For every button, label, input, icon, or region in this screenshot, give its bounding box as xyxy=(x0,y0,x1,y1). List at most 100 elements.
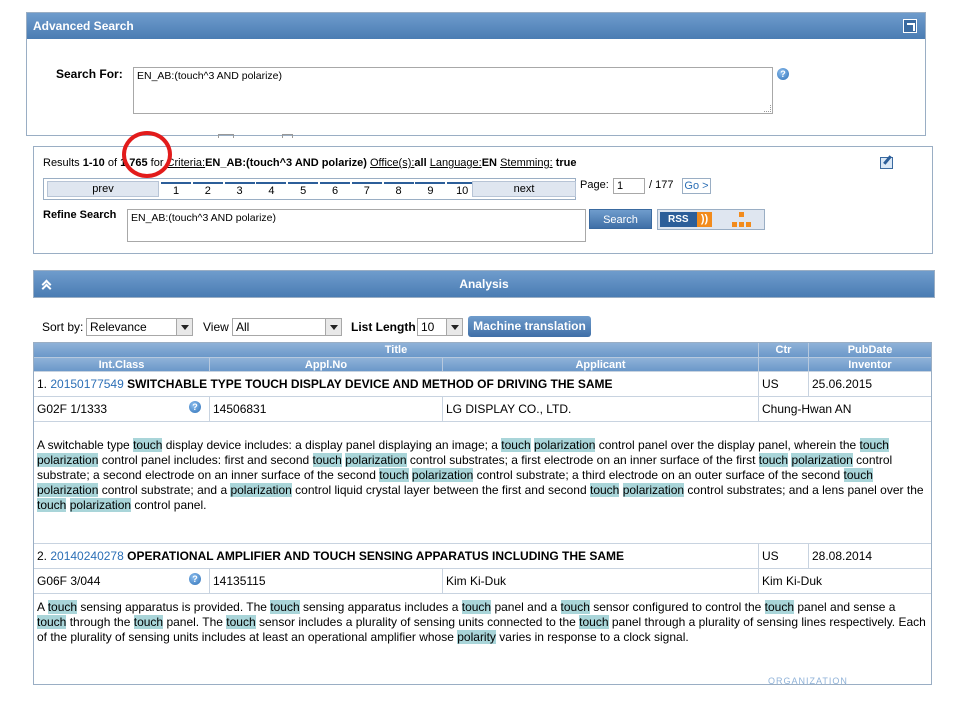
advanced-search-header: Advanced Search xyxy=(27,13,925,39)
result-applno: 14135115 xyxy=(210,569,443,593)
result-detail-row: G06F 3/044 ? 14135115 Kim Ki-Duk Kim Ki-… xyxy=(34,568,931,593)
org-text: ORGANIZATION xyxy=(768,676,848,686)
highlighted-term: polarization xyxy=(411,468,474,482)
highlighted-term: touch xyxy=(312,453,342,467)
analysis-bar[interactable]: Analysis xyxy=(33,270,935,298)
stemming-link[interactable]: Stemming: xyxy=(500,157,553,169)
header-ctr[interactable]: Ctr xyxy=(759,343,809,357)
abstract-text: A xyxy=(37,600,48,614)
result-applno: 14506831 xyxy=(210,397,443,421)
rss-button[interactable]: RSS )) xyxy=(660,212,712,227)
language-value: EN xyxy=(481,157,497,169)
search-for-input[interactable]: EN_AB:(touch^3 AND polarize) xyxy=(133,67,773,114)
header-row-top: Title Ctr PubDate xyxy=(34,343,931,357)
header-intclass[interactable]: Int.Class xyxy=(34,358,210,371)
rss-label: RSS xyxy=(668,214,689,225)
refine-search-label: Refine Search xyxy=(43,209,117,221)
page-link[interactable]: 3 xyxy=(224,182,255,198)
abstract-text: control panel includes: first and second xyxy=(98,453,313,467)
stemming-value: true xyxy=(552,157,577,169)
view-value: All xyxy=(236,320,250,334)
highlighted-term: polarization xyxy=(37,483,99,497)
list-length-select[interactable]: 10 xyxy=(417,318,463,336)
highlighted-term: polarization xyxy=(345,453,407,467)
result-abstract: A switchable type touch display device i… xyxy=(34,421,931,543)
result-applicant: LG DISPLAY CO., LTD. xyxy=(443,397,759,421)
abstract-text: panel and sense a xyxy=(794,600,896,614)
search-for-label: Search For: xyxy=(56,67,123,81)
header-pubdate[interactable]: PubDate xyxy=(809,343,931,357)
abstract-text: sensing apparatus includes a xyxy=(299,600,462,614)
abstract-text: panel and a xyxy=(491,600,561,614)
highlighted-term: polarization xyxy=(37,453,99,467)
checkbox-partial[interactable] xyxy=(218,134,234,138)
sort-by-label: Sort by: xyxy=(42,320,84,334)
highlighted-term: polarization xyxy=(622,483,685,497)
highlighted-term: touch xyxy=(461,600,492,614)
help-icon[interactable]: ? xyxy=(189,573,201,585)
result-ctr: US xyxy=(759,372,809,396)
abstract-text: control liquid crystal layer between the… xyxy=(291,483,590,497)
refine-search-input[interactable]: EN_AB:(touch^3 AND polarize) xyxy=(127,209,586,242)
header-applicant[interactable]: Applicant xyxy=(443,358,759,371)
criteria-link[interactable]: Criteria: xyxy=(167,157,206,169)
result-pubno-link[interactable]: 20150177549 xyxy=(50,377,123,391)
abstract-text: control substrate; and a xyxy=(98,483,231,497)
highlighted-term: touch xyxy=(133,438,163,452)
highlighted-term: touch xyxy=(47,600,78,614)
chevron-down-icon xyxy=(176,319,192,335)
abstract-text: control substrate; a third electrode on … xyxy=(473,468,844,482)
annotation-circle xyxy=(122,131,172,178)
highlighted-term: touch xyxy=(859,438,889,452)
offices-link[interactable]: Office(s): xyxy=(370,157,414,169)
abstract-text: varies in response to a clock signal. xyxy=(495,630,689,644)
checkbox-partial[interactable] xyxy=(282,134,293,138)
page-link[interactable]: 5 xyxy=(288,182,319,198)
help-icon[interactable]: ? xyxy=(777,68,789,80)
result-detail-row: G02F 1/1333 ? 14506831 LG DISPLAY CO., L… xyxy=(34,396,931,421)
page-link[interactable]: 8 xyxy=(383,182,414,198)
page-link[interactable]: 4 xyxy=(256,182,287,198)
result-intclass: G06F 3/044 xyxy=(37,574,101,588)
prev-button[interactable]: prev xyxy=(47,181,159,197)
result-title: SWITCHABLE TYPE TOUCH DISPLAY DEVICE AND… xyxy=(127,377,613,391)
header-title[interactable]: Title xyxy=(34,343,759,357)
result-title-cell: 1. 20150177549 SWITCHABLE TYPE TOUCH DIS… xyxy=(34,372,759,396)
collapse-chevron-icon[interactable] xyxy=(42,279,50,287)
advanced-search-title: Advanced Search xyxy=(33,19,134,33)
criteria-value: EN_AB:(touch^3 AND polarize) xyxy=(205,157,367,169)
popout-icon[interactable] xyxy=(903,19,917,33)
abstract-text: through the xyxy=(66,615,134,629)
highlighted-term: touch xyxy=(579,615,609,629)
go-button[interactable]: Go > xyxy=(682,178,711,194)
abstract-text: panel. The xyxy=(163,615,227,629)
result-pubno-link[interactable]: 20140240278 xyxy=(50,549,123,563)
machine-translation-button[interactable]: Machine translation xyxy=(468,316,591,337)
page-link[interactable]: 2 xyxy=(192,182,223,198)
pager: prev 1 2 3 4 5 6 7 8 9 10 next xyxy=(43,178,576,200)
view-select[interactable]: All xyxy=(232,318,342,336)
search-button[interactable]: Search xyxy=(589,209,652,229)
help-icon[interactable]: ? xyxy=(189,401,201,413)
highlighted-term: touch xyxy=(501,438,531,452)
page-number-input[interactable]: 1 xyxy=(613,178,645,194)
resize-handle-icon[interactable] xyxy=(764,105,771,112)
language-link[interactable]: Language: xyxy=(430,157,482,169)
edit-query-icon[interactable] xyxy=(880,157,893,169)
next-button[interactable]: next xyxy=(472,181,576,197)
page-link[interactable]: 9 xyxy=(415,182,446,198)
org-chart-icon[interactable] xyxy=(732,212,752,229)
highlighted-term: touch xyxy=(133,615,164,629)
header-applno[interactable]: Appl.No xyxy=(210,358,443,371)
header-inventor[interactable]: Inventor xyxy=(809,358,931,371)
highlighted-term: touch xyxy=(270,600,300,614)
result-intclass: G02F 1/1333 xyxy=(37,402,108,416)
page-link[interactable]: 7 xyxy=(351,182,382,198)
result-ctr: US xyxy=(759,544,809,568)
page-link[interactable]: 6 xyxy=(320,182,350,198)
highlighted-term: touch xyxy=(37,615,67,629)
highlighted-term: touch xyxy=(758,453,789,467)
highlighted-term: touch xyxy=(226,615,256,629)
sort-by-select[interactable]: Relevance xyxy=(86,318,193,336)
page-link[interactable]: 1 xyxy=(161,182,191,198)
